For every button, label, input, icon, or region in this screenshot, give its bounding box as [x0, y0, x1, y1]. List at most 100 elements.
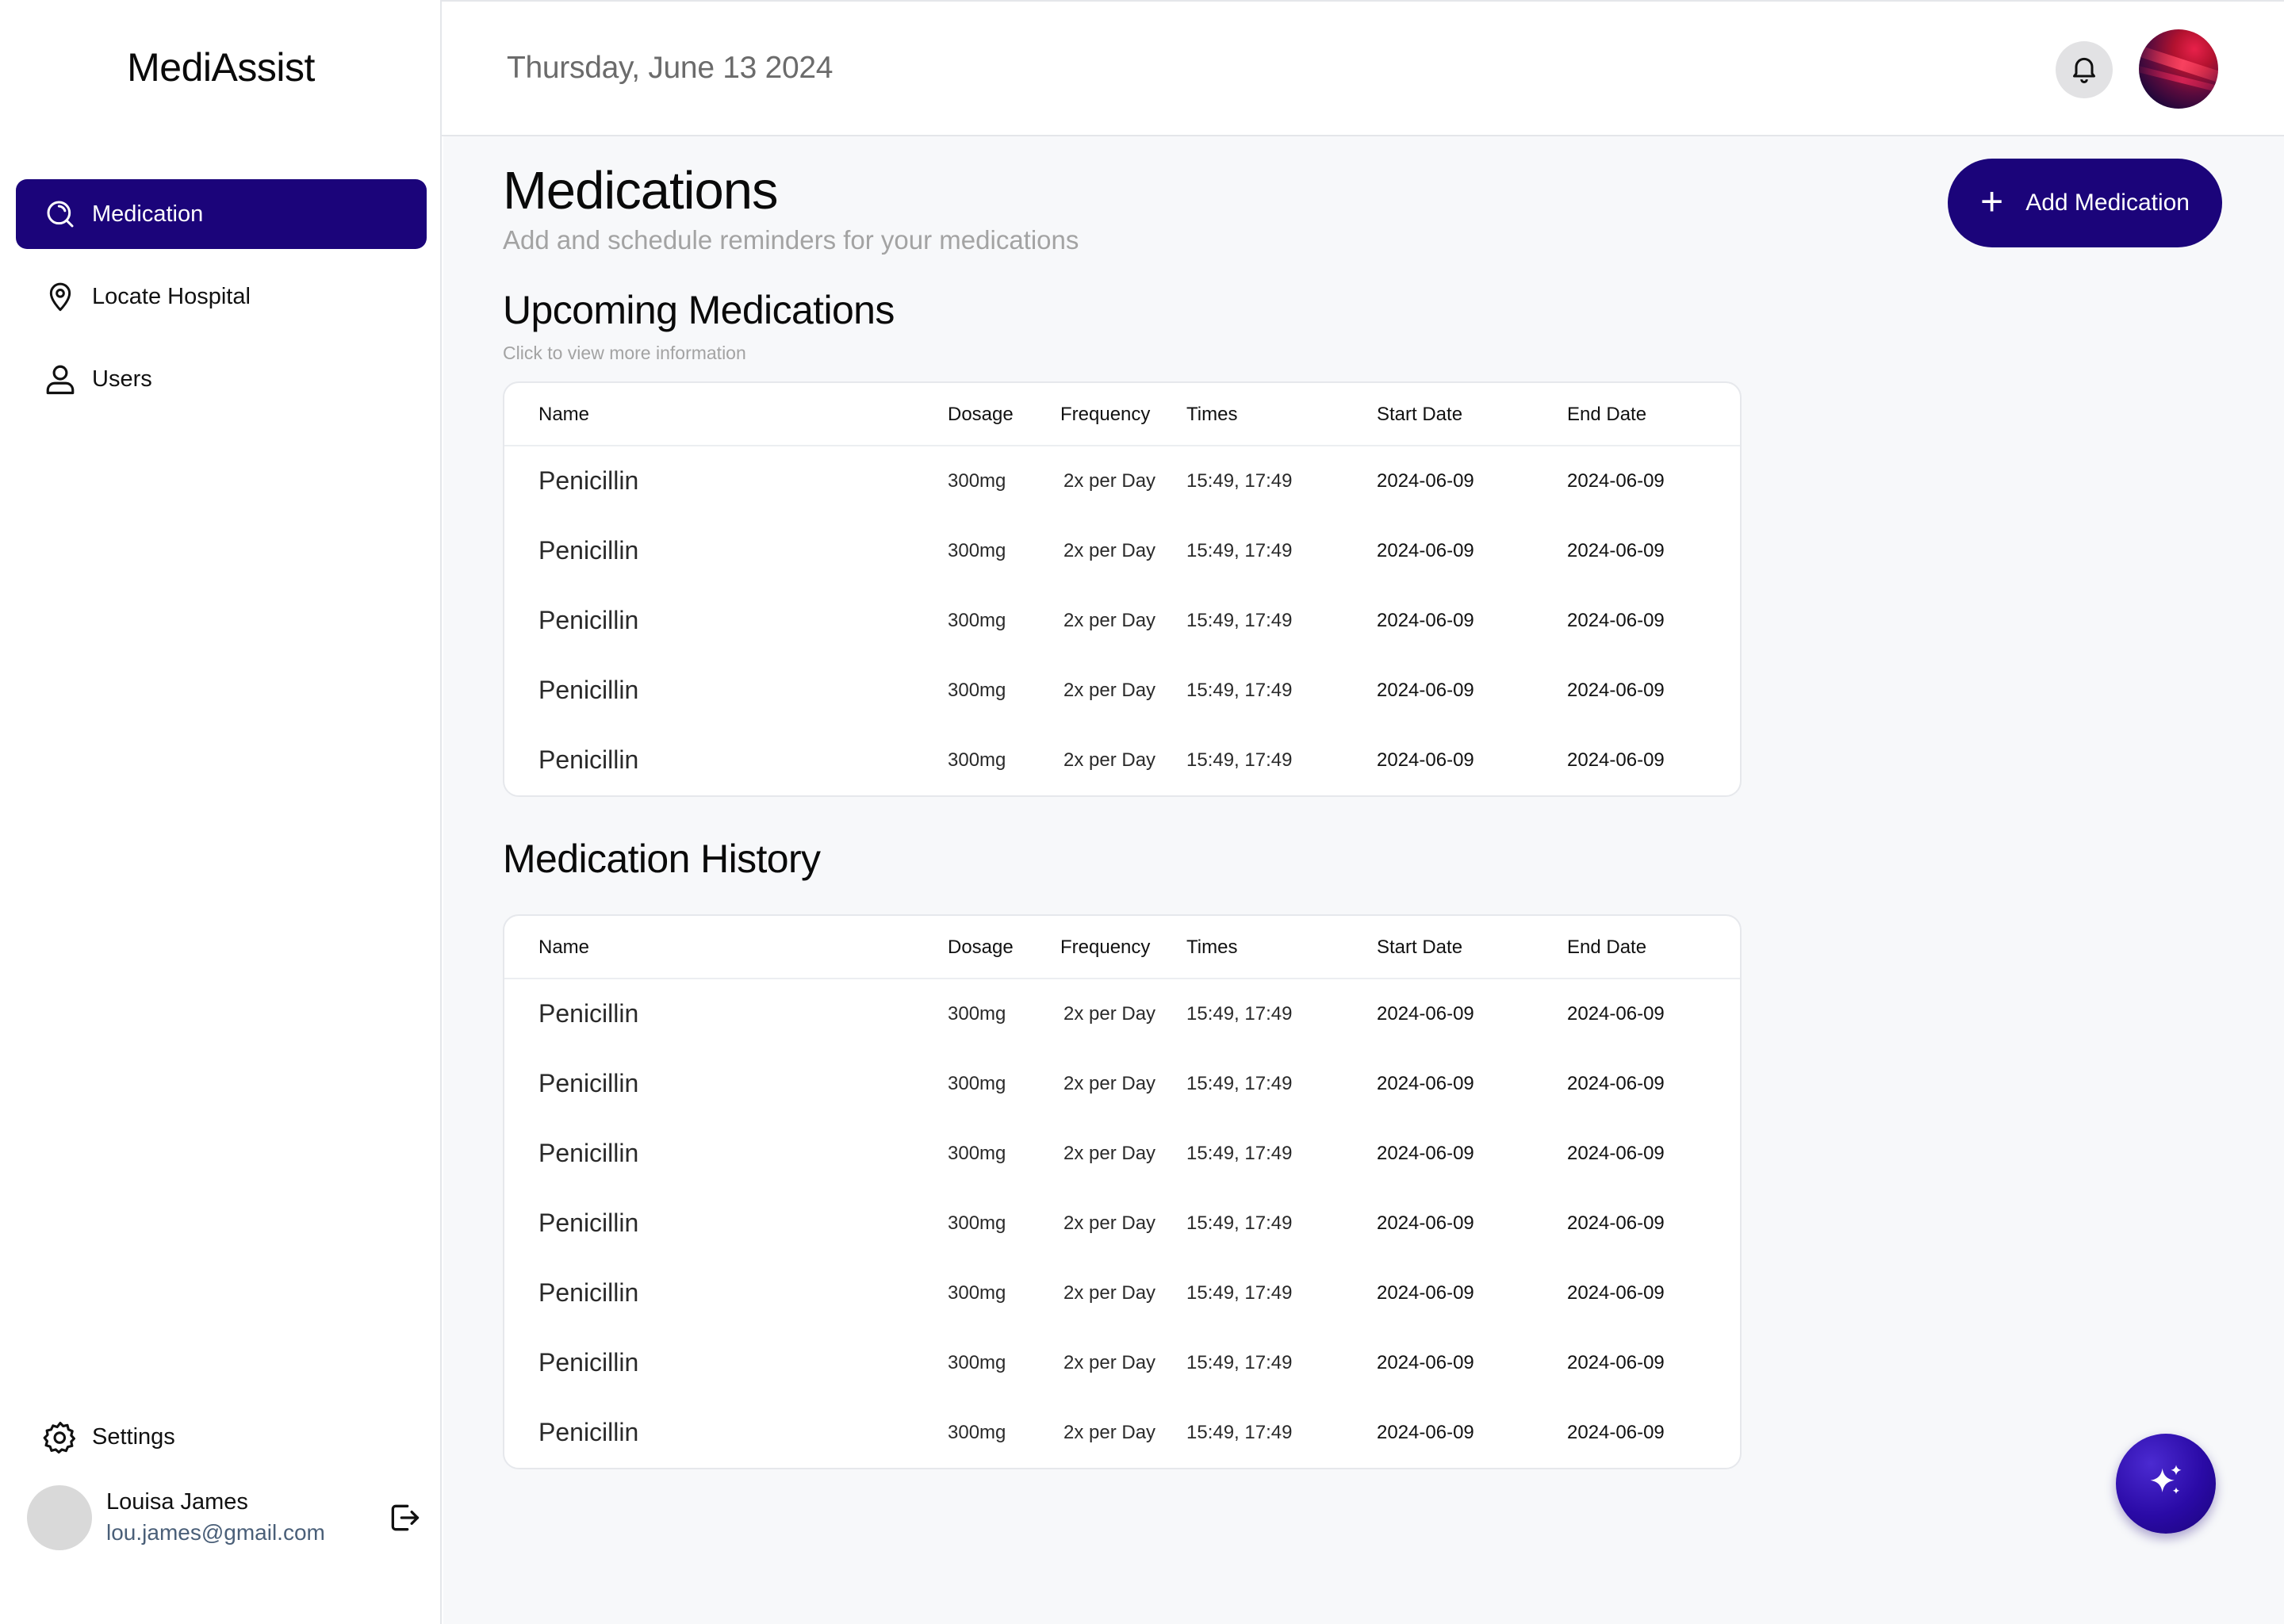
frequency-cell: 2x per Day [1063, 1143, 1156, 1164]
dosage-cell: 300mg [948, 1212, 1006, 1234]
column-header-name: Name [538, 936, 590, 958]
column-header-dosage: Dosage [948, 936, 1014, 958]
table-row[interactable]: Penicillin 300mg 2x per Day 15:49, 17:49 202… [504, 446, 1740, 516]
column-header-end-date: End Date [1567, 404, 1647, 425]
medication-name-cell: Penicillin [538, 536, 639, 565]
dosage-cell: 300mg [948, 540, 1006, 561]
table-row[interactable]: Penicillin 300mg 2x per Day 15:49, 17:49 202… [504, 516, 1740, 586]
medication-name-cell: Penicillin [538, 1418, 639, 1446]
table-row[interactable]: Penicillin 300mg 2x per Day 15:49, 17:49 202… [504, 979, 1740, 1049]
table-header: Name Dosage Frequency Times Start Date E… [504, 383, 1740, 446]
table-row[interactable]: Penicillin 300mg 2x per Day 15:49, 17:49 202… [504, 656, 1740, 726]
location-pin-icon [43, 279, 78, 314]
medication-name-cell: Penicillin [538, 1069, 639, 1097]
table-row[interactable]: Penicillin 300mg 2x per Day 15:49, 17:49 202… [504, 586, 1740, 656]
start-date-cell: 2024-06-09 [1377, 749, 1474, 771]
start-date-cell: 2024-06-09 [1377, 470, 1474, 492]
dosage-cell: 300mg [948, 749, 1006, 771]
top-header: Thursday, June 13 2024 [442, 0, 2284, 136]
sidebar-item-label: Locate Hospital [92, 283, 251, 309]
start-date-cell: 2024-06-09 [1377, 1352, 1474, 1373]
start-date-cell: 2024-06-09 [1377, 1212, 1474, 1234]
medication-history-title: Medication History [503, 837, 821, 881]
profile-name: Louisa James [106, 1489, 248, 1515]
medication-name-cell: Penicillin [538, 1208, 639, 1237]
medication-name-cell: Penicillin [538, 606, 639, 634]
end-date-cell: 2024-06-09 [1567, 1143, 1665, 1164]
table-row[interactable]: Penicillin 300mg 2x per Day 15:49, 17:49 202… [504, 1119, 1740, 1189]
table-row[interactable]: Penicillin 300mg 2x per Day 15:49, 17:49 202… [504, 1189, 1740, 1258]
column-header-end-date: End Date [1567, 936, 1647, 958]
current-date: Thursday, June 13 2024 [507, 51, 834, 85]
sidebar-item-medication[interactable]: Medication [16, 179, 427, 249]
end-date-cell: 2024-06-09 [1567, 1352, 1665, 1373]
medication-name-cell: Penicillin [538, 999, 639, 1028]
medication-name-cell: Penicillin [538, 466, 639, 495]
end-date-cell: 2024-06-09 [1567, 1003, 1665, 1025]
start-date-cell: 2024-06-09 [1377, 1003, 1474, 1025]
start-date-cell: 2024-06-09 [1377, 680, 1474, 701]
avatar[interactable] [27, 1485, 92, 1550]
column-header-times: Times [1186, 404, 1238, 425]
column-header-name: Name [538, 404, 590, 425]
times-cell: 15:49, 17:49 [1186, 749, 1293, 771]
times-cell: 15:49, 17:49 [1186, 1003, 1293, 1025]
sidebar-item-settings[interactable]: Settings [16, 1402, 427, 1472]
column-header-dosage: Dosage [948, 404, 1014, 425]
times-cell: 15:49, 17:49 [1186, 1212, 1293, 1234]
times-cell: 15:49, 17:49 [1186, 680, 1293, 701]
dosage-cell: 300mg [948, 470, 1006, 492]
search-icon [43, 197, 78, 232]
table-row[interactable]: Penicillin 300mg 2x per Day 15:49, 17:49 202… [504, 1049, 1740, 1119]
page-title: Medications [503, 161, 779, 220]
medication-history-table: Name Dosage Frequency Times Start Date E… [503, 914, 1742, 1469]
frequency-cell: 2x per Day [1063, 610, 1156, 631]
logout-icon [387, 1500, 422, 1539]
bell-icon [2068, 52, 2100, 88]
frequency-cell: 2x per Day [1063, 1073, 1156, 1094]
frequency-cell: 2x per Day [1063, 1003, 1156, 1025]
dosage-cell: 300mg [948, 1003, 1006, 1025]
sidebar-item-label: Users [92, 366, 152, 392]
table-row[interactable]: Penicillin 300mg 2x per Day 15:49, 17:49 202… [504, 1328, 1740, 1398]
frequency-cell: 2x per Day [1063, 540, 1156, 561]
end-date-cell: 2024-06-09 [1567, 1282, 1665, 1304]
start-date-cell: 2024-06-09 [1377, 1282, 1474, 1304]
add-medication-button[interactable]: + Add Medication [1948, 159, 2222, 247]
table-row[interactable]: Penicillin 300mg 2x per Day 15:49, 17:49 202… [504, 1258, 1740, 1328]
add-medication-label: Add Medication [2025, 190, 2190, 216]
frequency-cell: 2x per Day [1063, 1422, 1156, 1443]
end-date-cell: 2024-06-09 [1567, 1073, 1665, 1094]
end-date-cell: 2024-06-09 [1567, 749, 1665, 771]
sparkle-icon [2145, 1461, 2186, 1507]
frequency-cell: 2x per Day [1063, 1352, 1156, 1373]
frequency-cell: 2x per Day [1063, 1282, 1156, 1304]
app-logo: MediAssist [127, 45, 315, 90]
ai-assistant-button[interactable] [2116, 1434, 2216, 1534]
medication-name-cell: Penicillin [538, 676, 639, 704]
frequency-cell: 2x per Day [1063, 470, 1156, 492]
sidebar-item-locate-hospital[interactable]: Locate Hospital [16, 262, 427, 331]
upcoming-medications-hint: Click to view more information [503, 343, 746, 363]
times-cell: 15:49, 17:49 [1186, 1282, 1293, 1304]
notifications-button[interactable] [2056, 41, 2113, 98]
dosage-cell: 300mg [948, 1422, 1006, 1443]
end-date-cell: 2024-06-09 [1567, 680, 1665, 701]
end-date-cell: 2024-06-09 [1567, 1212, 1665, 1234]
column-header-frequency: Frequency [1060, 404, 1151, 425]
column-header-start-date: Start Date [1377, 936, 1463, 958]
dosage-cell: 300mg [948, 610, 1006, 631]
start-date-cell: 2024-06-09 [1377, 540, 1474, 561]
end-date-cell: 2024-06-09 [1567, 610, 1665, 631]
frequency-cell: 2x per Day [1063, 1212, 1156, 1234]
upcoming-medications-table: Name Dosage Frequency Times Start Date E… [503, 381, 1742, 797]
main-content: Medications Add and schedule reminders f… [443, 136, 2284, 1624]
user-avatar[interactable] [2139, 29, 2218, 109]
logout-button[interactable] [385, 1500, 423, 1538]
table-row[interactable]: Penicillin 300mg 2x per Day 15:49, 17:49 202… [504, 726, 1740, 795]
table-header: Name Dosage Frequency Times Start Date E… [504, 916, 1740, 979]
table-row[interactable]: Penicillin 300mg 2x per Day 15:49, 17:49 202… [504, 1398, 1740, 1468]
end-date-cell: 2024-06-09 [1567, 1422, 1665, 1443]
times-cell: 15:49, 17:49 [1186, 1143, 1293, 1164]
sidebar-item-users[interactable]: Users [16, 344, 427, 414]
